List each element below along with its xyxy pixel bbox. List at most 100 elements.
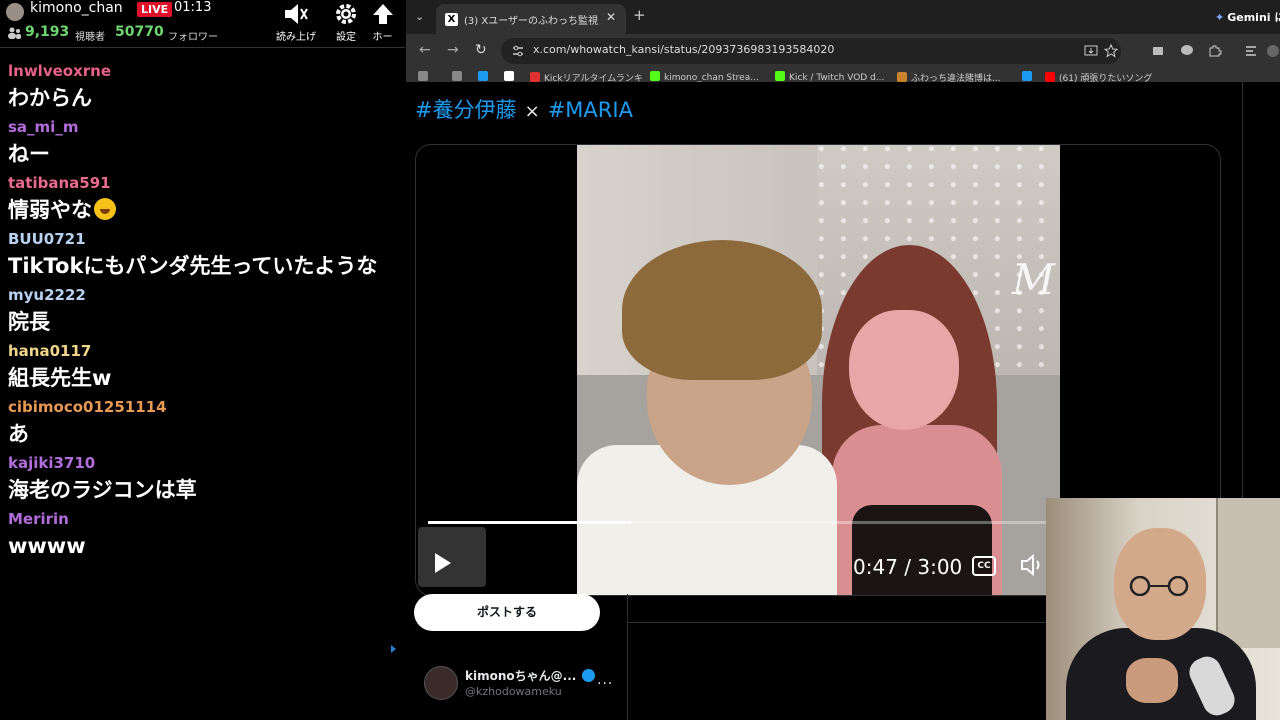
channel-name: kimono_chan	[30, 0, 123, 16]
video-progress-fill	[428, 521, 631, 524]
gear-icon	[336, 4, 356, 24]
chat-message-list: lnwlveoxrne わからん sa_mi_m ねー tatibana591 …	[0, 60, 400, 564]
chat-message: lnwlveoxrne わからん	[0, 60, 400, 114]
install-app-icon[interactable]	[1084, 44, 1098, 58]
hashtag-link[interactable]: #MARIA	[548, 98, 633, 122]
reading-list-icon[interactable]	[1244, 44, 1258, 58]
bookmark-item[interactable]: ふわっち違法賭博は...	[897, 71, 1001, 82]
bookmark-item[interactable]	[452, 71, 466, 82]
account-name: kimonoちゃん@...	[465, 669, 577, 683]
chat-text: わからん	[8, 86, 92, 110]
shelf	[1216, 498, 1280, 648]
chat-panel: kimono_chan LIVE 01:13 9,193 視聴者 50770 フ…	[0, 0, 405, 720]
home-label: ホー	[372, 32, 393, 43]
chat-message: cibimoco01251114 あ	[0, 396, 400, 450]
bookmark-label: (61) 頑張りたいソング	[1059, 74, 1153, 82]
apps-grid-icon[interactable]	[418, 71, 432, 82]
viewer-label: 視聴者	[75, 32, 105, 43]
bookmark-label: kimono_chan Strea...	[664, 73, 759, 82]
chat-text: TikTokにもパンダ先生っていたような	[8, 254, 378, 278]
extension-icon[interactable]	[1151, 44, 1165, 58]
man-hair	[622, 240, 822, 380]
bookmark-item[interactable]: Kick / Twitch VOD d...	[775, 71, 884, 82]
webcam-overlay	[1046, 498, 1280, 720]
follower-count: 50770	[115, 24, 164, 40]
account-handle: @kzhodowameku	[465, 685, 562, 698]
chat-username: Meririn	[8, 510, 69, 528]
more-options-icon[interactable]: ...	[597, 672, 613, 688]
chat-username: myu2222	[8, 286, 86, 304]
bookmark-item[interactable]: Kickリアルタイムランキ	[530, 71, 643, 82]
chat-header: kimono_chan LIVE 01:13 9,193 視聴者 50770 フ…	[0, 0, 405, 48]
verified-badge-icon	[582, 669, 596, 682]
row-divider	[628, 622, 1048, 623]
home-arrow-icon	[372, 4, 393, 24]
column-divider	[627, 594, 628, 720]
chat-text: 院長	[8, 310, 50, 334]
reload-icon[interactable]: ↻	[475, 42, 487, 58]
bookmark-item[interactable]	[1022, 71, 1036, 82]
chat-username: tatibana591	[8, 174, 111, 192]
post-hashtags: #養分伊藤 × #MARIA	[415, 94, 633, 124]
gemini-button[interactable]: ✦ Gemini に	[1215, 9, 1280, 25]
tab-list-chevron-icon[interactable]: ⌄	[415, 10, 424, 23]
streamer-hand	[1126, 658, 1178, 703]
bookmarks-bar: Kickリアルタイムランキ kimono_chan Strea... Kick …	[406, 68, 1280, 82]
chat-message: Meririn wwww	[0, 508, 400, 562]
channel-avatar	[6, 3, 24, 21]
tab-title: (3) Xユーザーのふわっち監視員さん	[464, 16, 599, 27]
video-time: 0:47 / 3:00	[853, 555, 963, 579]
chat-username: kajiki3710	[8, 454, 96, 472]
woman-top	[852, 505, 992, 595]
volume-icon[interactable]	[1020, 554, 1046, 576]
bookmark-item[interactable]	[504, 71, 518, 82]
captions-icon[interactable]: CC	[972, 556, 996, 576]
neon-sign: M	[1012, 255, 1056, 304]
post-button[interactable]: ポストする	[414, 594, 600, 631]
chat-extension-icon[interactable]	[1180, 44, 1194, 58]
chat-text: 組長先生w	[8, 366, 112, 390]
address-bar[interactable]: x.com/whowatch_kansi/status/209373698319…	[501, 38, 1121, 64]
back-arrow-icon[interactable]: ←	[419, 42, 431, 58]
chat-username: sa_mi_m	[8, 118, 79, 136]
chat-text: 情弱やな	[8, 198, 92, 222]
chat-username: hana0117	[8, 342, 92, 360]
bookmark-label: ふわっち違法賭博は...	[911, 74, 1001, 82]
url-text: x.com/whowatch_kansi/status/209373698319…	[533, 43, 835, 56]
hashtag-link[interactable]: #養分伊藤	[415, 98, 517, 122]
profile-icon[interactable]	[1266, 44, 1280, 58]
video-preview-thumbnail	[418, 527, 486, 587]
chat-message: sa_mi_m ねー	[0, 116, 400, 170]
puzzle-extensions-icon[interactable]	[1208, 44, 1222, 58]
viewers-icon	[8, 27, 21, 39]
browser-toolbar: ← → ↻ x.com/whowatch_kansi/status/209373…	[406, 34, 1280, 68]
tab-bar: ⌄ X (3) Xユーザーのふわっち監視員さん ✕ + ✦Gemini に	[406, 0, 1280, 34]
times-sign: ×	[524, 101, 540, 122]
account-name-row[interactable]: kimonoちゃん@...	[465, 667, 596, 684]
chat-text-row: 情弱やな	[8, 195, 392, 226]
bookmark-item[interactable]: (61) 頑張りたいソング	[1045, 71, 1152, 82]
chat-message: hana0117 組長先生w	[0, 340, 400, 394]
play-icon[interactable]	[435, 553, 451, 573]
woman-face	[849, 310, 959, 430]
tab-active[interactable]: X (3) Xユーザーのふわっち監視員さん ✕	[436, 4, 626, 34]
chat-username: lnwlveoxrne	[8, 62, 112, 80]
bookmark-star-icon[interactable]	[1104, 44, 1118, 58]
bookmark-item[interactable]	[478, 71, 492, 82]
x-logo-icon: X	[445, 13, 458, 26]
chat-message: kajiki3710 海老のラジコンは草	[0, 452, 400, 506]
forward-arrow-icon[interactable]: →	[447, 42, 459, 58]
read-aloud-button[interactable]: 読み上げ	[271, 0, 321, 47]
chat-text: ねー	[8, 142, 50, 166]
account-avatar[interactable]	[424, 666, 458, 700]
chat-text: あ	[8, 422, 29, 446]
bookmark-item[interactable]: kimono_chan Strea...	[650, 71, 759, 82]
site-info-icon	[513, 45, 523, 57]
chat-username: cibimoco01251114	[8, 398, 167, 416]
chat-message: myu2222 院長	[0, 284, 400, 338]
chat-username: BUU0721	[8, 230, 86, 248]
chat-message: tatibana591 情弱やな	[0, 172, 400, 226]
tab-close-icon[interactable]: ✕	[606, 10, 616, 24]
home-button[interactable]: ホー	[360, 0, 405, 47]
new-tab-plus-icon[interactable]: +	[633, 6, 646, 24]
